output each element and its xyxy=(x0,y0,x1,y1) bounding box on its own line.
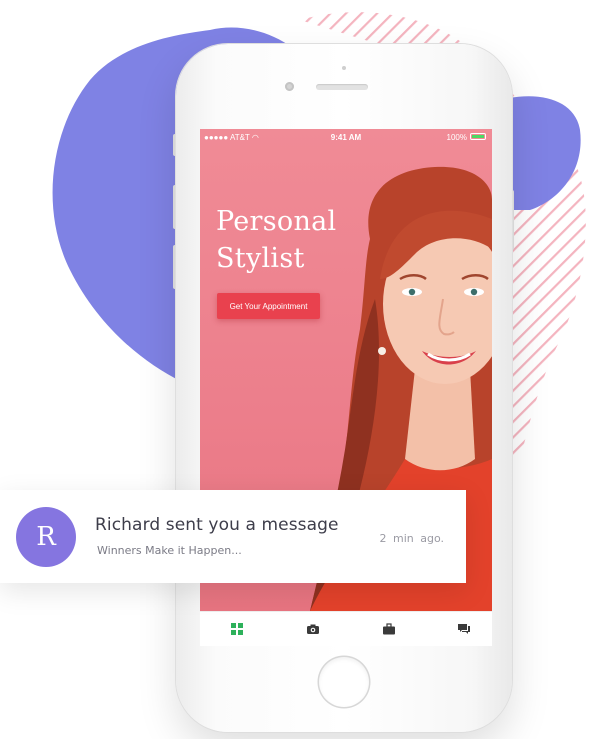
grid-icon[interactable] xyxy=(230,622,244,636)
notification-time: 2 min ago. xyxy=(379,532,445,545)
left-iris xyxy=(408,288,416,296)
notification-preview: Winners Make it Happen... xyxy=(97,544,242,557)
home-button[interactable] xyxy=(319,657,369,707)
battery-indicator: 100% xyxy=(447,129,486,147)
get-appointment-button[interactable]: Get Your Appointment xyxy=(217,293,320,319)
chat-icon[interactable] xyxy=(457,622,471,636)
right-iris xyxy=(470,288,478,296)
front-camera xyxy=(285,82,294,91)
status-bar: ●●●●● AT&T ◠ 9:41 AM 100% xyxy=(200,129,492,147)
hero-title: Personal Stylist xyxy=(216,203,336,277)
avatar: R xyxy=(16,507,76,567)
battery-icon xyxy=(470,133,486,141)
hero-title-line2: Stylist xyxy=(216,243,305,274)
earring xyxy=(378,347,386,355)
battery-percent: 100% xyxy=(446,133,467,142)
tab-bar xyxy=(200,611,492,646)
neck xyxy=(405,369,475,471)
notification-title: Richard sent you a message xyxy=(95,515,339,535)
briefcase-icon[interactable] xyxy=(382,622,396,636)
camera-icon[interactable] xyxy=(306,622,320,636)
message-notification[interactable]: R Richard sent you a message Winners Mak… xyxy=(0,490,466,583)
hero-title-line1: Personal xyxy=(216,206,337,237)
proximity-sensor xyxy=(342,66,346,70)
earpiece-speaker xyxy=(316,84,368,90)
